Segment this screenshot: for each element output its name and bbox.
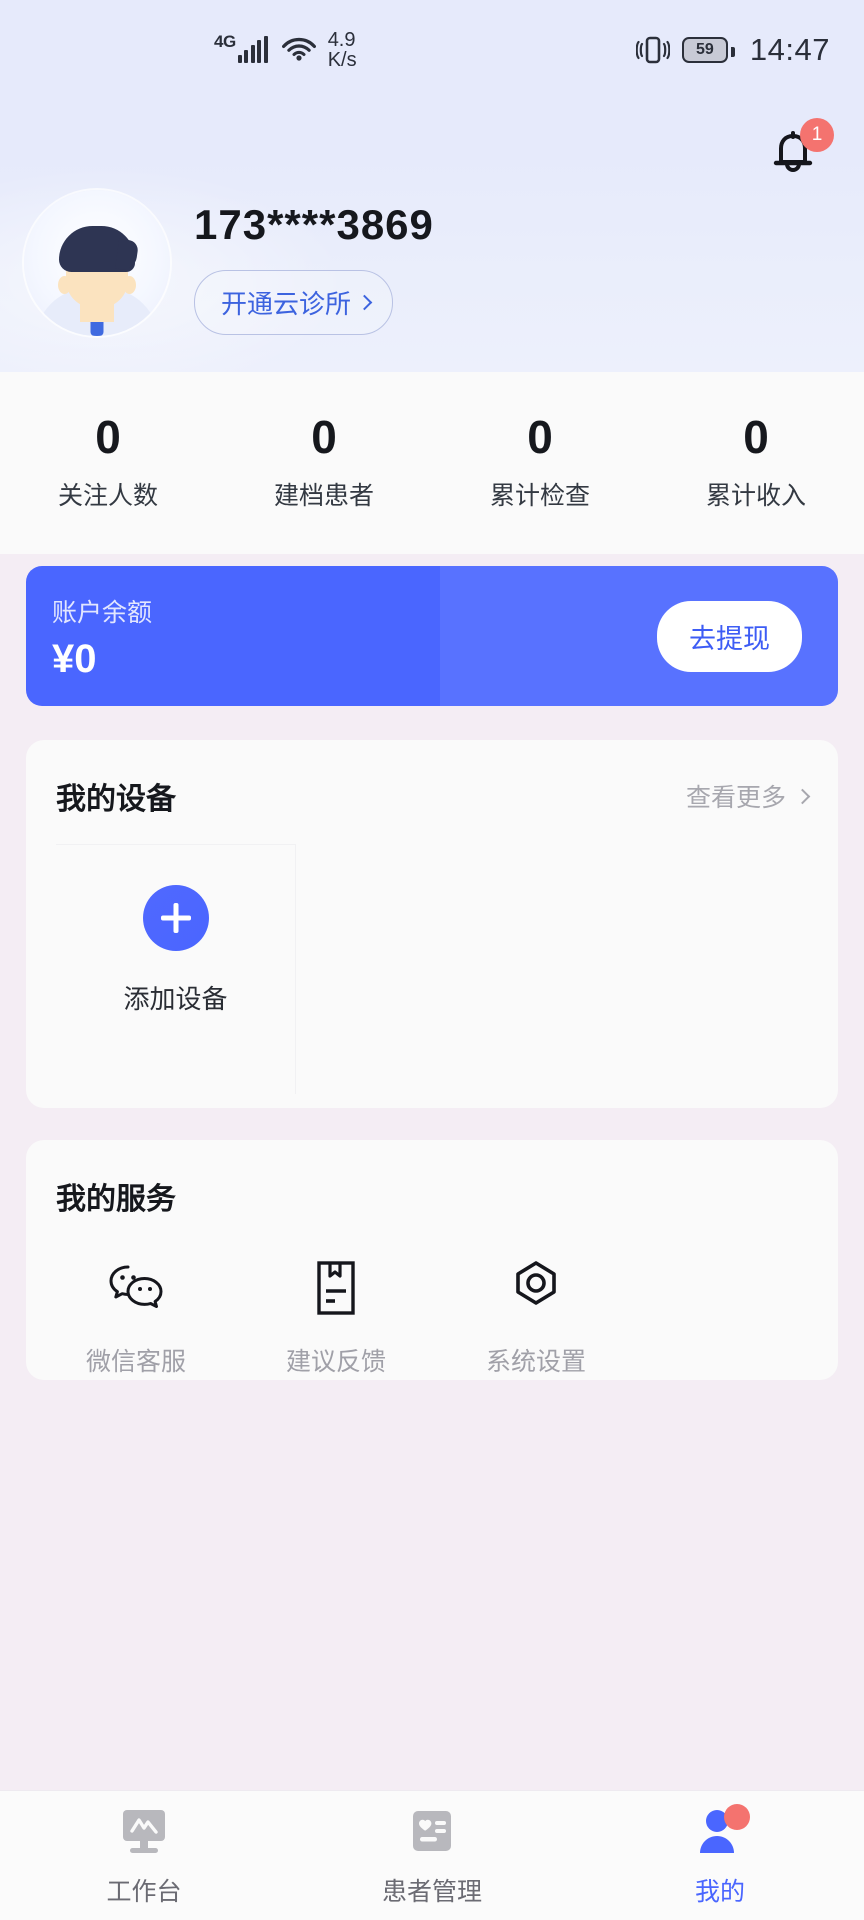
balance-amount: ¥0 <box>52 637 97 681</box>
account-balance-card[interactable]: 账户余额 ¥0 去提现 <box>26 566 838 706</box>
service-label: 建议反馈 <box>285 1348 386 1376</box>
open-cloud-clinic-button[interactable]: 开通云诊所 <box>194 270 394 335</box>
tab-patient-management[interactable]: 患者管理 <box>288 1804 576 1908</box>
service-label: 系统设置 <box>485 1348 586 1376</box>
notification-badge: 1 <box>800 118 834 152</box>
stat-total-exams[interactable]: 0 累计检查 <box>432 414 648 512</box>
services-row: 微信客服 建议反馈 系统设置 <box>26 1258 838 1378</box>
battery-icon: 59 <box>681 37 735 63</box>
tab-label: 工作台 <box>106 1877 182 1906</box>
service-feedback[interactable]: 建议反馈 <box>236 1258 436 1378</box>
tab-notification-dot <box>724 1803 750 1830</box>
withdraw-button[interactable]: 去提现 <box>657 600 802 672</box>
my-devices-card: 我的设备 查看更多 添加设备 <box>26 740 838 1108</box>
wifi-icon <box>281 35 316 66</box>
stat-value: 0 <box>311 411 337 463</box>
avatar[interactable] <box>24 190 170 336</box>
my-devices-header: 我的设备 查看更多 <box>26 740 838 818</box>
stat-value: 0 <box>527 411 553 463</box>
monitor-chart-icon <box>118 1804 170 1860</box>
network-speed-value: 4.9 <box>327 29 356 51</box>
my-services-title: 我的服务 <box>56 1183 176 1216</box>
tab-label: 我的 <box>694 1877 745 1906</box>
network-speed: 4.9 K/s <box>328 30 357 70</box>
stat-value: 0 <box>743 411 769 463</box>
devices-grid: 添加设备 <box>26 844 838 1094</box>
view-more-devices-button[interactable]: 查看更多 <box>685 778 811 814</box>
battery-level-label: 59 <box>696 41 714 58</box>
bottom-navigation: 工作台 患者管理 我的 <box>0 1790 864 1920</box>
stat-value: 0 <box>95 411 121 463</box>
stat-label: 建档患者 <box>273 482 374 510</box>
tab-workbench[interactable]: 工作台 <box>0 1804 288 1908</box>
wechat-icon <box>107 1258 165 1318</box>
plus-icon <box>142 885 209 951</box>
service-label: 微信客服 <box>85 1348 186 1376</box>
patient-card-icon <box>406 1804 458 1860</box>
stat-label: 累计收入 <box>705 482 806 510</box>
my-services-card: 我的服务 微信客服 建议反馈 系统设置 <box>26 1140 838 1380</box>
add-device-label: 添加设备 <box>123 984 228 1014</box>
status-bar-left: 4G 4.9 K/s <box>214 30 357 70</box>
chevron-right-icon <box>794 788 811 804</box>
stats-row: 0 关注人数 0 建档患者 0 累计检查 0 累计收入 <box>0 372 864 554</box>
notification-bell-button[interactable]: 1 <box>766 118 834 188</box>
balance-label: 账户余额 <box>52 599 153 627</box>
profile-info: 173****3869 开通云诊所 <box>194 190 434 335</box>
open-cloud-clinic-label: 开通云诊所 <box>221 289 352 319</box>
stat-label: 关注人数 <box>57 482 158 510</box>
hex-nut-settings-icon <box>507 1258 565 1318</box>
feedback-document-icon <box>313 1258 359 1318</box>
clock-label: 14:47 <box>749 32 830 67</box>
vibrate-icon <box>635 35 670 65</box>
network-type-label: 4G <box>214 32 236 51</box>
stat-archived-patients[interactable]: 0 建档患者 <box>216 414 432 512</box>
status-bar-right: 59 14:47 <box>635 32 830 68</box>
my-services-header: 我的服务 <box>26 1140 838 1218</box>
add-device-button[interactable]: 添加设备 <box>56 844 296 1094</box>
my-devices-title: 我的设备 <box>56 783 176 816</box>
stat-followers[interactable]: 0 关注人数 <box>0 414 216 512</box>
phone-number: 173****3869 <box>194 201 434 248</box>
network-speed-unit: K/s <box>327 49 357 71</box>
tab-label: 患者管理 <box>381 1877 482 1906</box>
chevron-right-icon <box>356 294 373 311</box>
profile-section: 173****3869 开通云诊所 <box>0 190 864 360</box>
status-bar: 4G 4.9 K/s 59 14:47 <box>0 0 864 100</box>
view-more-label: 查看更多 <box>685 784 786 812</box>
person-icon <box>694 1803 750 1860</box>
stat-total-income[interactable]: 0 累计收入 <box>648 414 864 512</box>
balance-texts: 账户余额 ¥0 <box>52 593 152 679</box>
avatar-hair <box>59 226 135 272</box>
service-wechat-support[interactable]: 微信客服 <box>36 1258 236 1378</box>
stat-label: 累计检查 <box>489 482 590 510</box>
service-system-settings[interactable]: 系统设置 <box>436 1258 636 1378</box>
signal-bars-icon <box>237 36 268 63</box>
tab-mine[interactable]: 我的 <box>576 1803 864 1908</box>
